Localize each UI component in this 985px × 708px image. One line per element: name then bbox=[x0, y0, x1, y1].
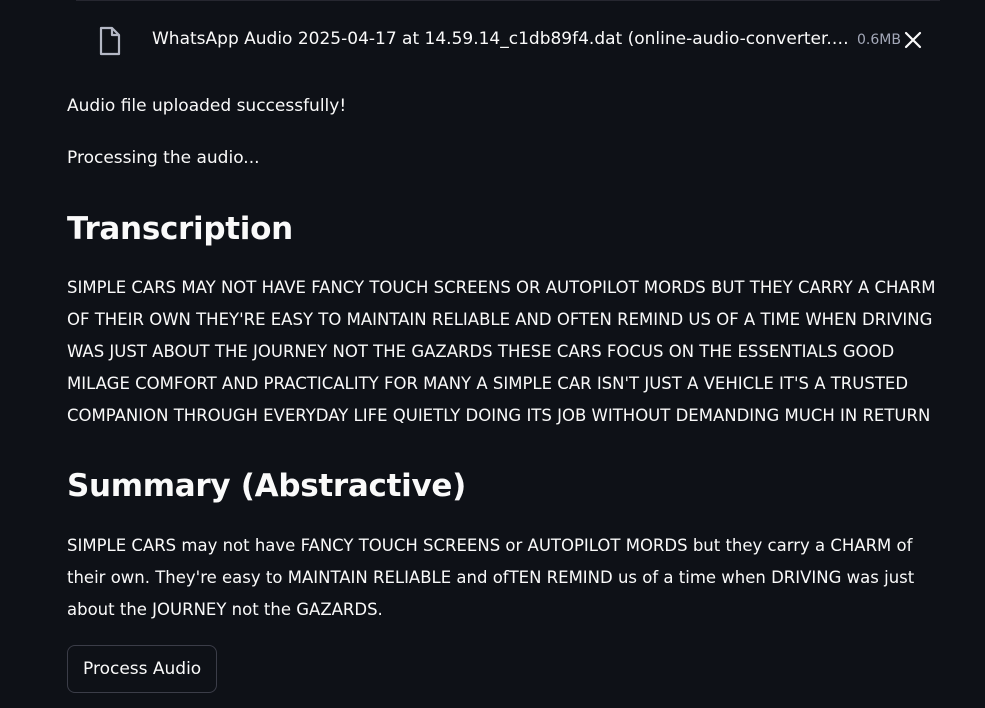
summary-heading: Summary (Abstractive) bbox=[67, 468, 466, 504]
processing-message: Processing the audio... bbox=[67, 148, 260, 168]
summary-text: SIMPLE CARS may not have FANCY TOUCH SCR… bbox=[67, 536, 915, 619]
top-divider bbox=[76, 0, 940, 1]
file-name: WhatsApp Audio 2025-04-17 at 14.59.14_c1… bbox=[152, 29, 852, 49]
file-icon bbox=[96, 26, 124, 56]
uploaded-file-row: WhatsApp Audio 2025-04-17 at 14.59.14_c1… bbox=[76, 14, 940, 66]
transcription-heading: Transcription bbox=[67, 211, 293, 247]
app-page: WhatsApp Audio 2025-04-17 at 14.59.14_c1… bbox=[0, 0, 985, 708]
process-audio-button[interactable]: Process Audio bbox=[67, 645, 218, 693]
transcription-text: SIMPLE CARS MAY NOT HAVE FANCY TOUCH SCR… bbox=[67, 278, 936, 425]
close-icon[interactable] bbox=[902, 29, 924, 51]
upload-success-message: Audio file uploaded successfully! bbox=[67, 96, 347, 116]
file-size: 0.6MB bbox=[857, 32, 901, 48]
